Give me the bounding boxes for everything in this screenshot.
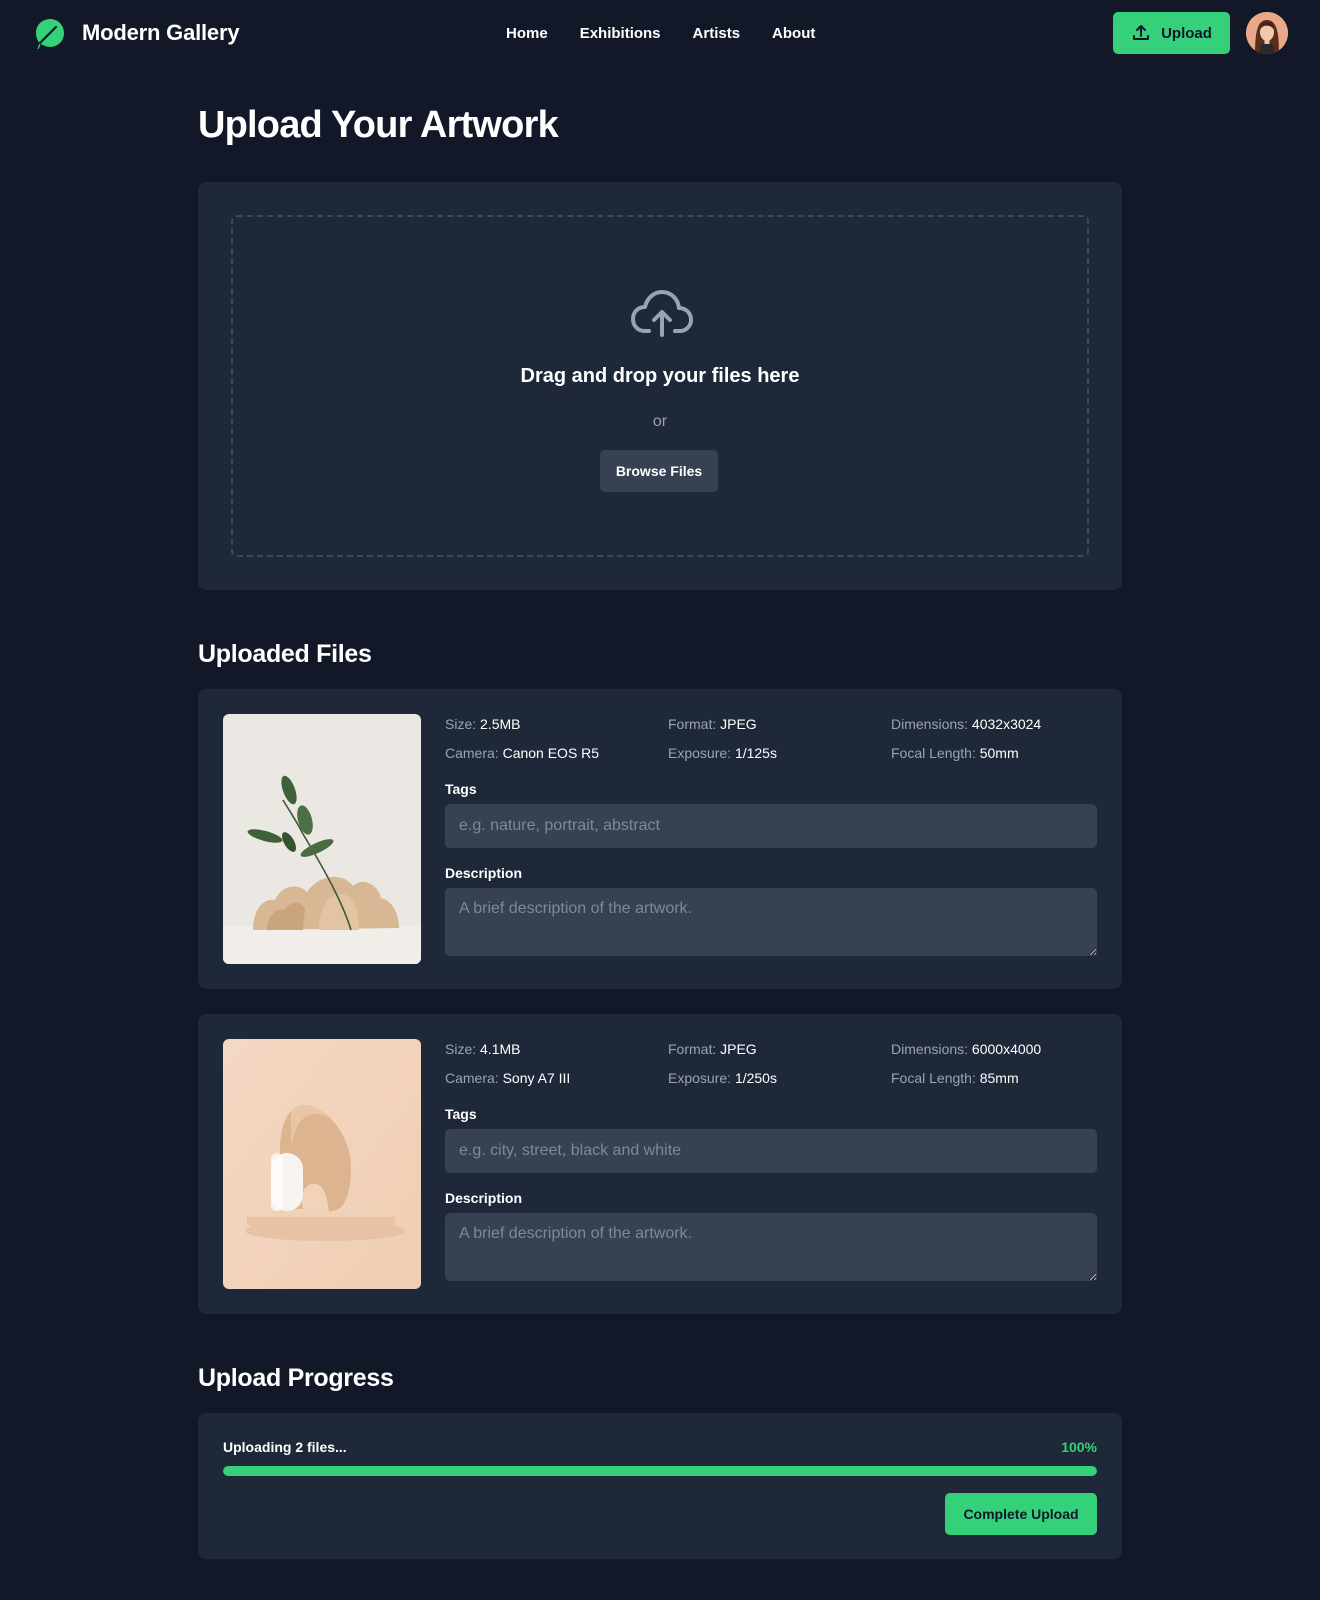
- main-nav: Home Exhibitions Artists About: [506, 22, 815, 44]
- progress-bar: [223, 1466, 1097, 1476]
- upload-progress-panel: Uploading 2 files... 100% Complete Uploa…: [198, 1413, 1122, 1559]
- file-format: Format: JPEG: [668, 716, 757, 732]
- file-dimensions: Dimensions: 6000x4000: [891, 1041, 1042, 1057]
- file-camera: Camera: Sony A7 III: [445, 1070, 571, 1086]
- avatar-portrait-image: [1246, 12, 1288, 54]
- nav-link-about[interactable]: About: [772, 25, 815, 42]
- nav-link-exhibitions[interactable]: Exhibitions: [580, 25, 661, 42]
- nav-link-artists[interactable]: Artists: [693, 25, 741, 42]
- description-label: Description: [445, 865, 523, 881]
- file-thumbnail[interactable]: [223, 1039, 421, 1289]
- user-avatar[interactable]: [1246, 12, 1288, 54]
- dropzone-area[interactable]: Drag and drop your files here or Browse …: [231, 215, 1089, 557]
- file-size: Size: 2.5MB: [445, 716, 521, 732]
- top-nav-bar: Modern Gallery Home Exhibitions Artists …: [0, 0, 1320, 66]
- tags-label: Tags: [445, 1106, 477, 1122]
- file-dimensions: Dimensions: 4032x3024: [891, 716, 1042, 732]
- upload-progress-heading: Upload Progress: [198, 1364, 394, 1392]
- plant-sculpture-image: [223, 714, 421, 964]
- description-label: Description: [445, 1190, 523, 1206]
- description-textarea[interactable]: [445, 1213, 1097, 1281]
- header-upload-label: Upload: [1161, 24, 1212, 42]
- upload-dropzone-panel: Drag and drop your files here or Browse …: [198, 182, 1122, 590]
- file-focal-length: Focal Length: 85mm: [891, 1070, 1019, 1086]
- dropzone-or-text: or: [652, 413, 668, 430]
- page-title: Upload Your Artwork: [198, 104, 559, 146]
- complete-upload-button[interactable]: Complete Upload: [945, 1493, 1097, 1535]
- tags-label: Tags: [445, 781, 477, 797]
- file-thumbnail[interactable]: [223, 714, 421, 964]
- file-focal-length: Focal Length: 50mm: [891, 745, 1019, 761]
- progress-bar-fill: [223, 1466, 1097, 1476]
- progress-status-text: Uploading 2 files...: [223, 1439, 347, 1455]
- file-size: Size: 4.1MB: [445, 1041, 521, 1057]
- file-card: Size: 2.5MB Camera: Canon EOS R5 Format:…: [198, 689, 1122, 989]
- progress-percent: 100%: [1061, 1439, 1097, 1455]
- uploaded-files-heading: Uploaded Files: [198, 640, 372, 668]
- leaf-logo-icon: [35, 18, 65, 49]
- upload-icon: [1133, 25, 1150, 40]
- tags-input[interactable]: [445, 804, 1097, 848]
- file-camera: Camera: Canon EOS R5: [445, 745, 600, 761]
- browse-files-button[interactable]: Browse Files: [600, 450, 718, 492]
- file-exposure: Exposure: 1/250s: [668, 1070, 777, 1086]
- file-exposure: Exposure: 1/125s: [668, 745, 777, 761]
- brand-name: Modern Gallery: [82, 20, 240, 45]
- file-format: Format: JPEG: [668, 1041, 757, 1057]
- tags-input[interactable]: [445, 1129, 1097, 1173]
- description-textarea[interactable]: [445, 888, 1097, 956]
- file-card: Size: 4.1MB Camera: Sony A7 III Format: …: [198, 1014, 1122, 1314]
- abstract-sculpture-image: [223, 1039, 421, 1289]
- nav-link-home[interactable]: Home: [506, 25, 548, 42]
- cloud-upload-icon: [631, 290, 693, 337]
- dropzone-title: Drag and drop your files here: [520, 365, 800, 387]
- brand[interactable]: Modern Gallery: [34, 16, 240, 50]
- header-upload-button[interactable]: Upload: [1113, 12, 1230, 54]
